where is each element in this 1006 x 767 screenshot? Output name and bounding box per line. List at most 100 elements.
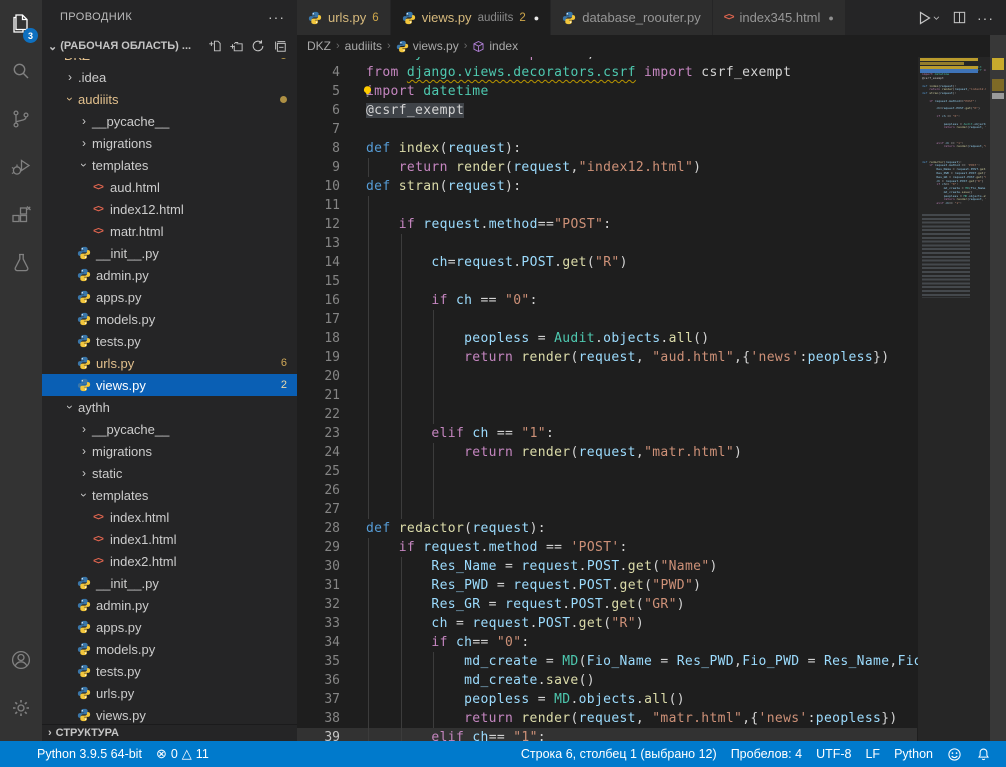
- tree-folder-templates[interactable]: ›templates: [42, 484, 297, 506]
- tree-folder-migrations[interactable]: ›migrations: [42, 440, 297, 462]
- code-line-27[interactable]: 27: [297, 500, 917, 519]
- vertical-scrollbar[interactable]: [990, 35, 1006, 741]
- activity-bar-item-run-debug[interactable]: [0, 144, 42, 190]
- tree-file-models.py[interactable]: models.py: [42, 308, 297, 330]
- more-actions-button[interactable]: ···: [977, 10, 994, 26]
- tree-file-tests.py[interactable]: tests.py: [42, 330, 297, 352]
- code-line-23[interactable]: 23 elif ch == "1":: [297, 424, 917, 443]
- tree-file-__init__.py[interactable]: __init__.py: [42, 242, 297, 264]
- code-line-31[interactable]: 31 Res_PWD = request.POST.get("PWD"): [297, 576, 917, 595]
- code-line-35[interactable]: 35 md_create = MD(Fio_Name = Res_PWD,Fio…: [297, 652, 917, 671]
- tree-file-aud.html[interactable]: <>aud.html: [42, 176, 297, 198]
- tree-file-index12.html[interactable]: <>index12.html: [42, 198, 297, 220]
- code-line-36[interactable]: 36 md_create.save(): [297, 671, 917, 690]
- tab-database_roouter.py[interactable]: database_roouter.py: [551, 0, 712, 35]
- tree-file-urls.py[interactable]: urls.py6: [42, 352, 297, 374]
- tree-file-urls.py[interactable]: urls.py: [42, 682, 297, 704]
- lightbulb-icon[interactable]: [361, 85, 374, 102]
- code-line-38[interactable]: 38 return render(request, "matr.html",{'…: [297, 709, 917, 728]
- tree-folder-audiiits[interactable]: ›audiiits: [42, 88, 297, 110]
- tree-file-matr.html[interactable]: <>matr.html: [42, 220, 297, 242]
- code-line-33[interactable]: 33 ch = request.POST.get("R"): [297, 614, 917, 633]
- tree-folder-templates[interactable]: ›templates: [42, 154, 297, 176]
- tree-file-apps.py[interactable]: apps.py: [42, 616, 297, 638]
- language-mode-status[interactable]: Python: [887, 741, 940, 767]
- activity-bar-item-explorer[interactable]: 3: [0, 0, 42, 46]
- tree-file-views.py[interactable]: views.py2: [42, 374, 297, 396]
- workspace-section-header[interactable]: ⌄ (РАБОЧАЯ ОБЛАСТЬ) ...: [42, 34, 297, 58]
- tree-folder-aythh[interactable]: ›aythh: [42, 396, 297, 418]
- code-line-28[interactable]: 28def redactor(request):: [297, 519, 917, 538]
- code-line-5[interactable]: 5import datetime: [297, 82, 917, 101]
- code-line-16[interactable]: 16 if ch == "0":: [297, 291, 917, 310]
- notifications-bell-icon[interactable]: [969, 741, 998, 767]
- code-line-26[interactable]: 26: [297, 481, 917, 500]
- tree-folder-.idea[interactable]: ›.idea: [42, 66, 297, 88]
- indentation-status[interactable]: Пробелов: 4: [724, 741, 809, 767]
- breadcrumb-item-index[interactable]: index: [472, 39, 518, 53]
- breadcrumb-item-views.py[interactable]: views.py: [396, 39, 459, 53]
- code-line-39[interactable]: 39 elif ch== "1":: [297, 728, 917, 741]
- activity-bar-item-source-control[interactable]: [0, 96, 42, 142]
- tree-folder-__pycache__[interactable]: ›__pycache__: [42, 110, 297, 132]
- tree-file-admin.py[interactable]: admin.py: [42, 264, 297, 286]
- code-line-9[interactable]: 9 return render(request,"index12.html"): [297, 158, 917, 177]
- collapse-all-icon[interactable]: [273, 39, 287, 53]
- tab-views.py[interactable]: views.pyaudiiits2●: [391, 0, 551, 35]
- tree-file-apps.py[interactable]: apps.py: [42, 286, 297, 308]
- code-line-12[interactable]: 12 if request.method=="POST":: [297, 215, 917, 234]
- code-line-30[interactable]: 30 Res_Name = request.POST.get("Name"): [297, 557, 917, 576]
- tree-file-index.html[interactable]: <>index.html: [42, 506, 297, 528]
- tree-file-tests.py[interactable]: tests.py: [42, 660, 297, 682]
- tree-file-__init__.py[interactable]: __init__.py: [42, 572, 297, 594]
- code-area[interactable]: 3from aythh.models import MD,Audit4from …: [297, 44, 917, 741]
- code-line-22[interactable]: 22: [297, 405, 917, 424]
- encoding-status[interactable]: UTF-8: [809, 741, 858, 767]
- code-line-10[interactable]: 10def stran(request):: [297, 177, 917, 196]
- code-line-11[interactable]: 11: [297, 196, 917, 215]
- tree-file-models.py[interactable]: models.py: [42, 638, 297, 660]
- code-line-18[interactable]: 18 peopless = Audit.objects.all(): [297, 329, 917, 348]
- activity-bar-item-extensions[interactable]: [0, 192, 42, 238]
- code-line-14[interactable]: 14 ch=request.POST.get("R"): [297, 253, 917, 272]
- code-line-25[interactable]: 25: [297, 462, 917, 481]
- code-line-8[interactable]: 8def index(request):: [297, 139, 917, 158]
- activity-bar-item-testing[interactable]: [0, 240, 42, 286]
- breadcrumb-item-audiiits[interactable]: audiiits: [345, 39, 382, 53]
- activity-bar-item-settings-gear[interactable]: [0, 685, 42, 731]
- breadcrumb-item-DKZ[interactable]: DKZ: [307, 39, 331, 53]
- activity-bar-item-search[interactable]: [0, 48, 42, 94]
- new-folder-icon[interactable]: [229, 39, 243, 53]
- refresh-icon[interactable]: [251, 39, 265, 53]
- code-line-4[interactable]: 4from django.views.decorators.csrf impor…: [297, 63, 917, 82]
- python-interpreter-status[interactable]: Python 3.9.5 64-bit: [30, 741, 149, 767]
- tree-file-views.py[interactable]: views.py: [42, 704, 297, 726]
- code-line-17[interactable]: 17: [297, 310, 917, 329]
- eol-status[interactable]: LF: [858, 741, 887, 767]
- feedback-smiley-icon[interactable]: [940, 741, 969, 767]
- outline-section-header[interactable]: › СТРУКТУРА: [42, 724, 297, 741]
- new-file-icon[interactable]: [207, 39, 221, 53]
- code-line-24[interactable]: 24 return render(request,"matr.html"): [297, 443, 917, 462]
- code-line-7[interactable]: 7: [297, 120, 917, 139]
- tree-file-index2.html[interactable]: <>index2.html: [42, 550, 297, 572]
- tree-folder-__pycache__[interactable]: ›__pycache__: [42, 418, 297, 440]
- code-line-13[interactable]: 13: [297, 234, 917, 253]
- activity-bar-item-account[interactable]: [0, 637, 42, 683]
- code-line-15[interactable]: 15: [297, 272, 917, 291]
- split-editor-button[interactable]: [952, 10, 967, 25]
- code-line-20[interactable]: 20: [297, 367, 917, 386]
- code-line-32[interactable]: 32 Res_GR = request.POST.get("GR"): [297, 595, 917, 614]
- tree-file-admin.py[interactable]: admin.py: [42, 594, 297, 616]
- tree-folder-static[interactable]: ›static: [42, 462, 297, 484]
- tab-index345.html[interactable]: <>index345.html●: [713, 0, 845, 35]
- code-line-19[interactable]: 19 return render(request, "aud.html",{'n…: [297, 348, 917, 367]
- run-python-file-button[interactable]: [916, 10, 942, 26]
- problems-status[interactable]: ⊗ 0 △ 11: [149, 741, 216, 767]
- code-line-21[interactable]: 21: [297, 386, 917, 405]
- tree-file-index1.html[interactable]: <>index1.html: [42, 528, 297, 550]
- explorer-more-actions-icon[interactable]: ···: [268, 9, 285, 25]
- code-line-6[interactable]: 6@csrf_exempt: [297, 101, 917, 120]
- code-line-34[interactable]: 34 if ch== "0":: [297, 633, 917, 652]
- code-line-37[interactable]: 37 peopless = MD.objects.all(): [297, 690, 917, 709]
